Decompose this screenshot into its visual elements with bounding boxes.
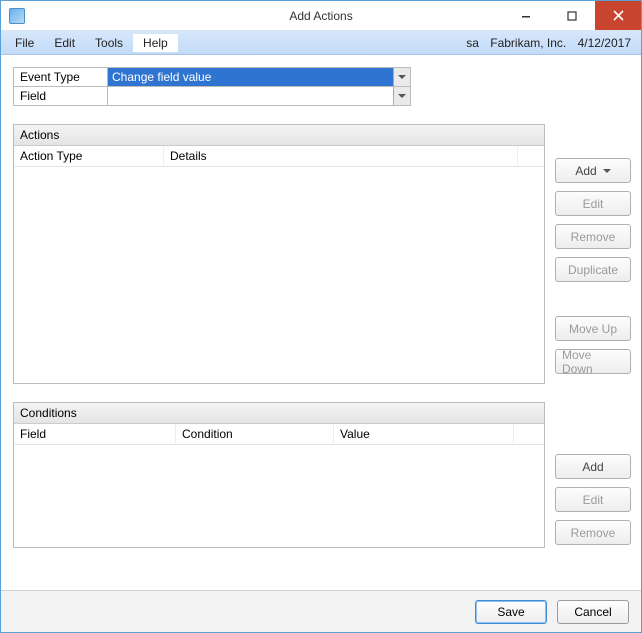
event-type-row: Event Type Change field value [14, 68, 410, 87]
footer: Save Cancel [1, 590, 641, 632]
button-label: Edit [583, 197, 604, 211]
conditions-grid-header: Field Condition Value [14, 424, 544, 445]
actions-move-up-button[interactable]: Move Up [555, 316, 631, 341]
actions-add-button[interactable]: Add [555, 158, 631, 183]
left-column: Actions Action Type Details Conditions F… [13, 124, 545, 580]
titlebar: Add Actions [1, 1, 641, 31]
actions-remove-button[interactable]: Remove [555, 224, 631, 249]
actions-grid-body[interactable] [14, 167, 544, 383]
button-label: Cancel [574, 605, 611, 619]
event-type-value: Change field value [108, 68, 393, 86]
actions-move-down-button[interactable]: Move Down [555, 349, 631, 374]
app-icon [9, 8, 25, 24]
button-label: Add [582, 460, 603, 474]
field-label: Field [14, 87, 108, 105]
event-type-dropdown-button[interactable] [393, 68, 410, 86]
dialog-window: Add Actions File Edit Tools Help sa Fabr… [0, 0, 642, 633]
conditions-col-value[interactable]: Value [334, 424, 514, 444]
button-label: Duplicate [568, 263, 618, 277]
maximize-button[interactable] [549, 1, 595, 30]
save-button[interactable]: Save [475, 600, 547, 624]
status-company: Fabrikam, Inc. [490, 36, 566, 50]
conditions-col-field[interactable]: Field [14, 424, 176, 444]
button-label: Move Up [569, 322, 617, 336]
event-type-label: Event Type [14, 68, 108, 86]
menubar: File Edit Tools Help sa Fabrikam, Inc. 4… [1, 31, 641, 55]
field-combo[interactable] [108, 87, 410, 105]
chevron-down-icon [398, 75, 406, 79]
chevron-down-icon [398, 94, 406, 98]
menu-tools[interactable]: Tools [85, 34, 133, 52]
button-label: Edit [583, 493, 604, 507]
window-controls [503, 1, 641, 30]
actions-grid-header: Action Type Details [14, 146, 544, 167]
button-label: Remove [571, 230, 616, 244]
conditions-edit-button[interactable]: Edit [555, 487, 631, 512]
actions-col-spacer [518, 146, 544, 166]
cancel-button[interactable]: Cancel [557, 600, 629, 624]
event-type-combo[interactable]: Change field value [108, 68, 410, 86]
close-icon [613, 10, 624, 21]
conditions-add-button[interactable]: Add [555, 454, 631, 479]
conditions-col-spacer [514, 424, 544, 444]
minimize-icon [521, 11, 531, 21]
menu-file[interactable]: File [5, 34, 44, 52]
conditions-grid-body[interactable] [14, 445, 544, 547]
conditions-panel: Conditions Field Condition Value [13, 402, 545, 548]
menu-help[interactable]: Help [133, 34, 178, 52]
form-grid: Event Type Change field value Field [13, 67, 411, 106]
right-column: Add Edit Remove Duplicate Move Up Move D… [555, 124, 631, 580]
actions-col-details[interactable]: Details [164, 146, 518, 166]
button-label: Move Down [562, 348, 624, 376]
minimize-button[interactable] [503, 1, 549, 30]
button-label: Add [575, 164, 596, 178]
button-label: Remove [571, 526, 616, 540]
button-label: Save [497, 605, 524, 619]
close-button[interactable] [595, 1, 641, 30]
field-row: Field [14, 87, 410, 106]
field-value [108, 87, 393, 105]
content-area: Event Type Change field value Field Acti… [1, 55, 641, 590]
actions-col-action-type[interactable]: Action Type [14, 146, 164, 166]
status-date: 4/12/2017 [578, 36, 631, 50]
status-user: sa [466, 36, 479, 50]
actions-edit-button[interactable]: Edit [555, 191, 631, 216]
menu-edit[interactable]: Edit [44, 34, 85, 52]
actions-panel: Actions Action Type Details [13, 124, 545, 384]
status-info: sa Fabrikam, Inc. 4/12/2017 [466, 36, 637, 50]
field-dropdown-button[interactable] [393, 87, 410, 105]
conditions-panel-title: Conditions [14, 403, 544, 424]
conditions-col-condition[interactable]: Condition [176, 424, 334, 444]
conditions-remove-button[interactable]: Remove [555, 520, 631, 545]
main-area: Actions Action Type Details Conditions F… [13, 124, 631, 580]
maximize-icon [567, 11, 577, 21]
actions-duplicate-button[interactable]: Duplicate [555, 257, 631, 282]
chevron-down-icon [603, 169, 611, 173]
actions-panel-title: Actions [14, 125, 544, 146]
